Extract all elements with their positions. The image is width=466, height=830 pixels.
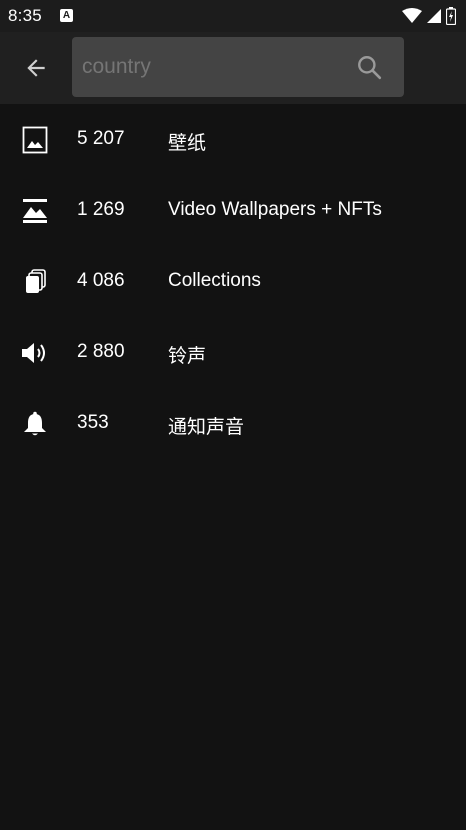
list-item-collections[interactable]: 4 086 Collections <box>0 246 466 317</box>
result-label: 壁纸 <box>168 133 207 154</box>
search-input[interactable] <box>82 37 342 97</box>
bell-icon <box>21 410 49 438</box>
arrow-left-icon <box>27 59 45 77</box>
list-item-wallpapers[interactable]: 5 207 壁纸 <box>0 104 466 175</box>
list-item-video-wallpapers[interactable]: 1 269 Video Wallpapers + NFTs <box>0 175 466 246</box>
search-box <box>72 37 404 97</box>
status-time: 8:35 <box>8 6 42 25</box>
image-icon <box>21 126 49 154</box>
status-icons <box>402 6 456 26</box>
result-count: 1 269 <box>77 199 125 220</box>
results-list: 5 207 壁纸 1 269 Video Wallpapers + NFTs 4… <box>0 104 466 459</box>
result-label: Collections <box>168 270 261 291</box>
result-count: 4 086 <box>77 270 125 291</box>
list-item-ringtones[interactable]: 2 880 铃声 <box>0 317 466 388</box>
result-count: 5 207 <box>77 128 125 149</box>
notification-badge-icon: A <box>60 9 73 22</box>
speaker-icon <box>21 339 49 367</box>
result-label: Video Wallpapers + NFTs <box>168 199 382 220</box>
wifi-icon <box>402 8 422 23</box>
result-count: 2 880 <box>77 341 125 362</box>
search-icon[interactable] <box>356 54 382 80</box>
result-count: 353 <box>77 412 109 433</box>
status-bar: 8:35 A <box>0 0 466 32</box>
app-bar <box>0 32 466 104</box>
signal-icon <box>427 9 441 23</box>
list-item-notification-sounds[interactable]: 353 通知声音 <box>0 388 466 459</box>
collections-icon <box>21 268 49 296</box>
result-label: 通知声音 <box>168 417 245 438</box>
battery-icon <box>446 7 456 25</box>
back-button[interactable] <box>18 50 54 86</box>
result-label: 铃声 <box>168 346 207 367</box>
landscape-icon <box>21 197 49 225</box>
